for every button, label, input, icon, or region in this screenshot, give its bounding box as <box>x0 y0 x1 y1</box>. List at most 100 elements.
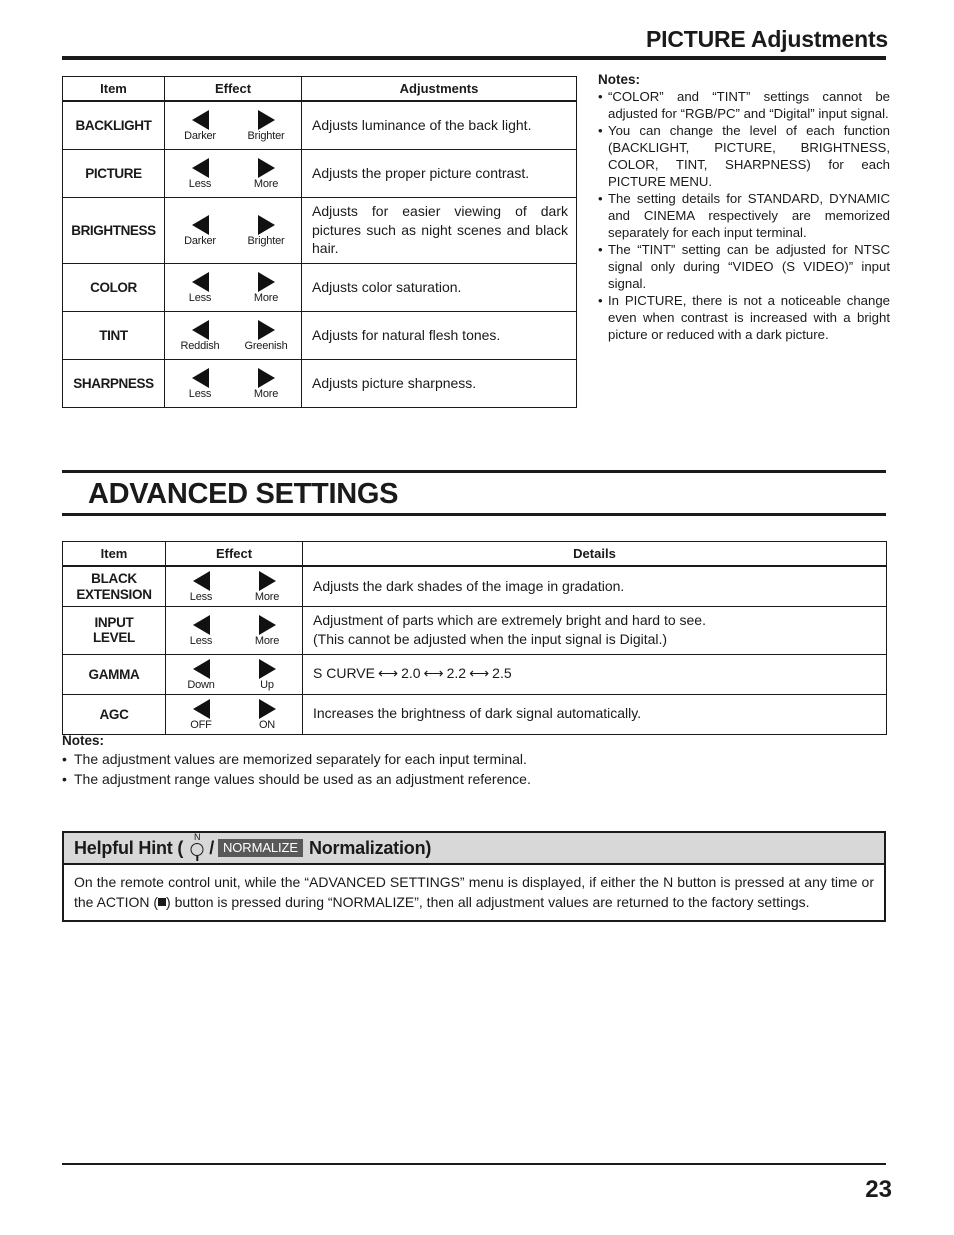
header-divider <box>62 56 886 60</box>
right-triangle-icon <box>257 214 275 235</box>
item-name: BRIGHTNESS <box>62 196 165 264</box>
column-header-item: Item <box>62 541 166 567</box>
helpful-hint-title-prefix: Helpful Hint ( <box>74 837 184 858</box>
left-triangle-icon <box>191 157 209 178</box>
effect-cell: Less More <box>164 262 302 312</box>
notes-heading: Notes: <box>62 733 105 748</box>
effect-cell: Less More <box>165 565 303 607</box>
right-triangle-icon <box>258 614 276 635</box>
table-row: PICTURE Less More Adjusts the proper pic… <box>62 148 577 198</box>
item-name: TINT <box>62 310 165 360</box>
item-name: PICTURE <box>62 148 165 198</box>
helpful-hint-box: Helpful Hint ( N / NORMALIZE Normalizati… <box>62 831 886 923</box>
left-arrow-label: Darker <box>184 129 216 142</box>
left-arrow-label: Reddish <box>180 339 220 352</box>
left-triangle-icon <box>191 271 209 292</box>
item-name: BLACK EXTENSION <box>62 565 166 607</box>
details-line-1: Adjusts the dark shades of the image in … <box>313 577 625 594</box>
left-arrow-label: Less <box>189 591 213 603</box>
title-separator: / <box>209 837 214 858</box>
picture-notes-block: Notes: • “COLOR” and “TINT” settings can… <box>598 72 890 343</box>
left-arrow-label: Down <box>187 678 215 691</box>
table-row: BLACK EXTENSION Less More Adjusts the da… <box>62 565 887 607</box>
gamma-step-2: 2.0 <box>401 665 421 682</box>
right-arrow-group: Brighter <box>240 109 292 142</box>
adjustment-description: Adjusts color saturation. <box>301 262 577 312</box>
right-arrow-label: More <box>253 177 279 190</box>
left-arrow-group: OFF <box>175 698 227 731</box>
details-line-2: (This cannot be adjusted when the input … <box>313 631 668 648</box>
item-name-line1: AGC <box>99 706 129 722</box>
effect-cell: Darker Brighter <box>164 196 302 264</box>
right-triangle-icon <box>258 698 276 719</box>
footer-divider <box>62 1163 886 1165</box>
gamma-sequence: S CURVE ⟷ 2.0 ⟷ 2.2 ⟷ 2.5 <box>313 664 878 683</box>
item-name-line2: EXTENSION <box>76 586 152 602</box>
note-text: The setting details for STANDARD, DYNAMI… <box>608 191 890 241</box>
note-item: • The adjustment values are memorized se… <box>62 750 762 770</box>
advanced-section-top-rule <box>62 470 886 473</box>
left-arrow-group: Reddish <box>174 319 226 352</box>
details-text: Adjustment of parts which are extremely … <box>302 606 887 655</box>
left-arrow-group: Less <box>174 271 226 304</box>
note-text: The adjustment values are memorized sepa… <box>74 751 527 767</box>
advanced-section-bottom-rule <box>62 513 886 516</box>
left-triangle-icon <box>191 109 209 130</box>
item-name: INPUT LEVEL <box>62 606 166 655</box>
right-arrow-label: Up <box>260 678 274 691</box>
helpful-hint-title: Helpful Hint ( N / NORMALIZE Normalizati… <box>74 833 432 861</box>
adjustment-description: Adjusts for natural flesh tones. <box>301 310 577 360</box>
effect-cell: Down Up <box>165 653 303 695</box>
hint-body-part2: ) button is pressed during “NORMALIZE”, … <box>166 894 810 911</box>
right-triangle-icon <box>258 571 276 591</box>
left-triangle-icon <box>191 214 209 235</box>
table-row: AGC OFF ON Increases the brightness of d… <box>62 693 887 735</box>
right-arrow-group: More <box>241 614 293 647</box>
adjustment-description: Adjusts for easier viewing of dark pictu… <box>301 196 577 264</box>
picture-adjustments-table: Item Effect Adjustments BACKLIGHT Darker <box>62 76 577 408</box>
bullet-icon: • <box>598 191 603 207</box>
right-arrow-group: Greenish <box>240 319 292 352</box>
helpful-hint-body: On the remote control unit, while the “A… <box>64 865 884 920</box>
effect-cell: Less More <box>164 148 302 198</box>
note-text: The “TINT” setting can be adjusted for N… <box>608 242 890 292</box>
item-name-line2: LEVEL <box>92 630 135 646</box>
bullet-icon: • <box>62 770 67 787</box>
left-arrow-group: Down <box>175 658 227 691</box>
details-text: Adjusts the dark shades of the image in … <box>302 565 887 607</box>
n-button-stem <box>196 856 198 861</box>
note-text: The adjustment range values should be us… <box>74 770 531 787</box>
helpful-hint-header: Helpful Hint ( N / NORMALIZE Normalizati… <box>64 833 884 865</box>
details-text: Increases the brightness of dark signal … <box>302 693 887 735</box>
right-triangle-icon <box>258 658 276 679</box>
right-triangle-icon <box>257 271 275 292</box>
left-triangle-icon <box>191 319 209 340</box>
item-name-line1: GAMMA <box>88 666 140 682</box>
right-arrow-group: More <box>240 367 292 400</box>
normalize-badge: NORMALIZE <box>218 839 303 857</box>
note-text: You can change the level of each functio… <box>608 123 890 190</box>
table-header-row: Item Effect Adjustments <box>62 76 577 102</box>
left-arrow-label: Less <box>188 387 212 400</box>
bullet-icon: • <box>598 123 603 139</box>
item-name: AGC <box>62 693 166 735</box>
table-header-row: Item Effect Details <box>62 541 887 567</box>
right-arrow-group: More <box>240 271 292 304</box>
right-arrow-group: More <box>240 157 292 190</box>
advanced-notes-block: Notes: • The adjustment values are memor… <box>62 733 762 790</box>
right-arrow-label: More <box>254 634 280 647</box>
adjustment-description: Adjusts luminance of the back light. <box>301 100 577 150</box>
column-header-effect: Effect <box>164 76 302 102</box>
item-name: COLOR <box>62 262 165 312</box>
gamma-step-4: 2.5 <box>492 665 512 682</box>
left-arrow-group: Less <box>174 157 226 190</box>
helpful-hint-title-suffix: Normalization) <box>308 837 432 858</box>
right-arrow-label: More <box>254 591 280 603</box>
left-arrow-label: Less <box>188 291 212 304</box>
column-header-item: Item <box>62 76 165 102</box>
page-number: 23 <box>865 1176 892 1203</box>
item-name-line1: INPUT <box>94 615 134 631</box>
column-header-details: Details <box>302 541 887 567</box>
advanced-settings-table: Item Effect Details BLACK EXTENSION Less <box>62 541 887 735</box>
right-arrow-group: ON <box>241 698 293 731</box>
